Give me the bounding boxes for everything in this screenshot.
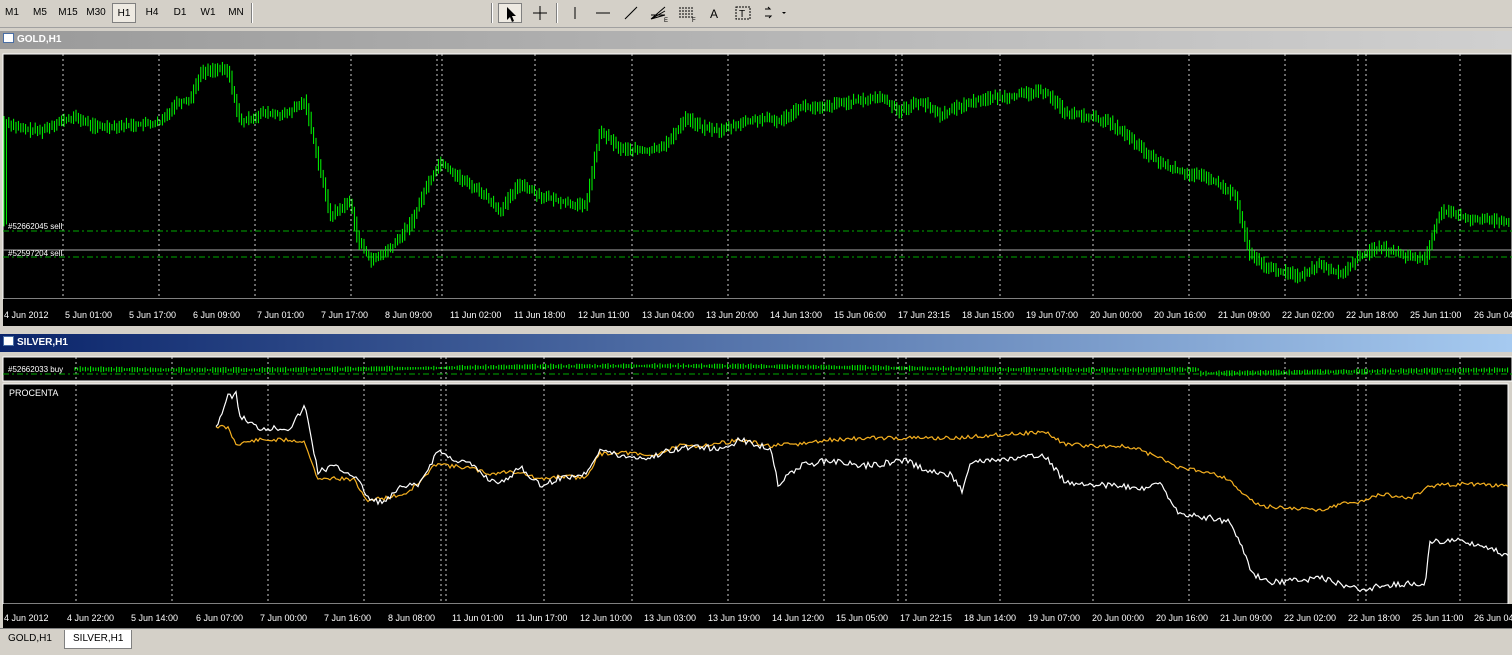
- text-label-icon[interactable]: A: [703, 3, 727, 23]
- gold-chart[interactable]: #52662045 sell #52597204 sell 4 Jun 2012 5 …: [0, 51, 1512, 326]
- time-label: 20 Jun 16:00: [1156, 613, 1208, 623]
- time-label: 13 Jun 04:00: [642, 310, 694, 320]
- arrows-icon[interactable]: [760, 3, 790, 23]
- time-label: 21 Jun 09:00: [1220, 613, 1272, 623]
- time-label: 12 Jun 10:00: [580, 613, 632, 623]
- time-label: 14 Jun 13:00: [770, 310, 822, 320]
- time-label: 14 Jun 12:00: [772, 613, 824, 623]
- tab-silver-h1[interactable]: SILVER,H1: [64, 630, 133, 649]
- time-label: 11 Jun 01:00: [452, 613, 503, 623]
- time-label: 11 Jun 18:00: [514, 310, 565, 320]
- time-label: 5 Jun 14:00: [131, 613, 178, 623]
- indicator-subwindow: [2, 383, 1509, 605]
- order-label: #52597204 sell: [8, 249, 62, 258]
- timeframe-m30[interactable]: M30: [83, 3, 109, 23]
- time-label: 13 Jun 20:00: [706, 310, 758, 320]
- svg-text:T: T: [739, 9, 745, 20]
- horizontal-line-icon[interactable]: [591, 3, 615, 23]
- time-label: 7 Jun 00:00: [260, 613, 307, 623]
- tab-gold-h1[interactable]: GOLD,H1: [0, 630, 60, 648]
- crosshair-icon[interactable]: [528, 3, 552, 23]
- order-label: #52662045 sell: [8, 222, 62, 231]
- time-label: 15 Jun 05:00: [836, 613, 888, 623]
- time-label: 19 Jun 07:00: [1026, 310, 1078, 320]
- time-label: 6 Jun 07:00: [196, 613, 243, 623]
- gold-window-titlebar[interactable]: GOLD,H1: [0, 31, 1512, 49]
- time-label: 7 Jun 01:00: [257, 310, 304, 320]
- time-label: 26 Jun 04:: [1474, 613, 1512, 623]
- time-label: 17 Jun 23:15: [898, 310, 950, 320]
- time-label: 7 Jun 16:00: [324, 613, 371, 623]
- time-label: 4 Jun 2012: [4, 310, 49, 320]
- time-label: 19 Jun 07:00: [1028, 613, 1080, 623]
- cursor-icon[interactable]: [498, 3, 522, 23]
- order-label: #52662033 buy: [8, 365, 63, 374]
- chart-window-icon: [3, 336, 14, 346]
- chart-plot-area: [2, 53, 1512, 300]
- time-label: 20 Jun 16:00: [1154, 310, 1206, 320]
- chart-tabs: GOLD,H1 SILVER,H1: [0, 628, 1512, 655]
- time-label: 26 Jun 04:: [1474, 310, 1512, 320]
- time-label: 18 Jun 15:00: [962, 310, 1014, 320]
- time-label: 22 Jun 18:00: [1348, 613, 1400, 623]
- time-label: 17 Jun 22:15: [900, 613, 952, 623]
- toolbar-separator: [556, 3, 558, 23]
- toolbar: M1 M5 M15 M30 H1 H4 D1 W1 MN E F A T: [0, 0, 1512, 28]
- time-label: 8 Jun 08:00: [388, 613, 435, 623]
- timeframe-d1[interactable]: D1: [168, 3, 192, 23]
- svg-text:A: A: [710, 7, 718, 21]
- toolbar-separator: [251, 3, 253, 23]
- timeframe-m5[interactable]: M5: [28, 3, 52, 23]
- trendline-icon[interactable]: [619, 3, 643, 23]
- time-label: 11 Jun 17:00: [516, 613, 567, 623]
- time-label: 13 Jun 03:00: [644, 613, 696, 623]
- timeframe-mn[interactable]: MN: [223, 3, 249, 23]
- time-label: 25 Jun 11:00: [1412, 613, 1463, 623]
- silver-chart[interactable]: #52662033 buy PROCENTA 4 Jun 2012 4 Jun 22:…: [0, 354, 1512, 628]
- time-label: 13 Jun 19:00: [708, 613, 760, 623]
- time-label: 20 Jun 00:00: [1092, 613, 1144, 623]
- timeframe-m15[interactable]: M15: [55, 3, 81, 23]
- silver-window-titlebar[interactable]: SILVER,H1: [0, 334, 1512, 352]
- timeframe-m1[interactable]: M1: [2, 3, 22, 23]
- time-label: 18 Jun 14:00: [964, 613, 1016, 623]
- time-label: 25 Jun 11:00: [1410, 310, 1461, 320]
- text-box-icon[interactable]: T: [731, 3, 755, 23]
- time-label: 8 Jun 09:00: [385, 310, 432, 320]
- time-label: 15 Jun 06:00: [834, 310, 886, 320]
- svg-text:E: E: [664, 18, 668, 23]
- time-label: 22 Jun 02:00: [1282, 310, 1334, 320]
- time-label: 6 Jun 09:00: [193, 310, 240, 320]
- chart-window-icon: [3, 33, 14, 43]
- price-subwindow: [2, 356, 1512, 382]
- time-label: 5 Jun 01:00: [65, 310, 112, 320]
- silver-window-title: SILVER,H1: [17, 337, 68, 348]
- fibo-fan-icon[interactable]: E: [647, 3, 671, 24]
- timeframe-h1[interactable]: H1: [112, 3, 136, 23]
- time-label: 4 Jun 22:00: [67, 613, 114, 623]
- time-label: 7 Jun 17:00: [321, 310, 368, 320]
- time-label: 21 Jun 09:00: [1218, 310, 1270, 320]
- toolbar-separator: [491, 3, 493, 23]
- time-label: 20 Jun 00:00: [1090, 310, 1142, 320]
- time-label: 22 Jun 18:00: [1346, 310, 1398, 320]
- fibo-retracement-icon[interactable]: F: [675, 3, 699, 24]
- time-label: 5 Jun 17:00: [129, 310, 176, 320]
- gold-window-title: GOLD,H1: [17, 34, 62, 45]
- timeframe-w1[interactable]: W1: [196, 3, 220, 23]
- indicator-label: PROCENTA: [9, 388, 58, 398]
- vertical-line-icon[interactable]: [563, 3, 587, 23]
- time-label: 11 Jun 02:00: [450, 310, 501, 320]
- time-label: 4 Jun 2012: [4, 613, 49, 623]
- svg-text:F: F: [692, 18, 696, 23]
- timeframe-h4[interactable]: H4: [140, 3, 164, 23]
- time-label: 22 Jun 02:00: [1284, 613, 1336, 623]
- time-label: 12 Jun 11:00: [578, 310, 629, 320]
